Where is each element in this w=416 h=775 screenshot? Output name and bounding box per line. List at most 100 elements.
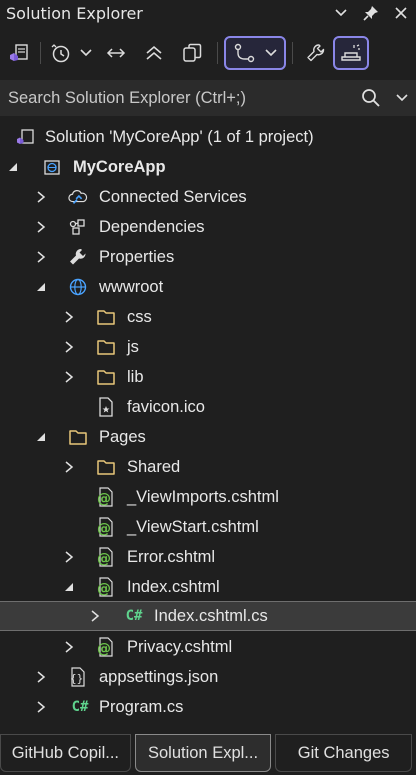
tree-item-label: Error.cshtml: [127, 547, 216, 566]
expanded-arrow-icon[interactable]: [62, 580, 76, 594]
collapsed-arrow-icon[interactable]: [34, 700, 48, 714]
tree-item-label: Dependencies: [99, 217, 205, 236]
pending-changes-filter-button[interactable]: [47, 36, 75, 70]
tree-item-label: wwwroot: [99, 277, 164, 296]
show-all-files-button[interactable]: [173, 36, 211, 70]
csharp-glyph: C#: [71, 699, 89, 715]
search-button[interactable]: [354, 88, 388, 108]
tree-item-shared[interactable]: Shared: [0, 452, 416, 482]
folder-icon: [96, 367, 116, 387]
tree-item-connected-services[interactable]: Connected Services: [0, 182, 416, 212]
wrench-icon: [307, 44, 325, 62]
collapsed-arrow-icon[interactable]: [62, 550, 76, 564]
tree-item-program[interactable]: C# Program.cs: [0, 692, 416, 722]
sync-with-active-document-button[interactable]: [97, 36, 135, 70]
collapsed-arrow-icon[interactable]: [34, 250, 48, 264]
tree-item-label: Pages: [99, 427, 146, 446]
razor-file-icon: @: [96, 517, 116, 537]
tree-item-js[interactable]: js: [0, 332, 416, 362]
search-box[interactable]: Search Solution Explorer (Ctrl+;): [0, 80, 416, 116]
collapsed-arrow-icon[interactable]: [34, 190, 48, 204]
tab-github-copilot[interactable]: GitHub Copil...: [0, 734, 131, 772]
solution-views-icon: [10, 44, 28, 61]
search-options-dropdown[interactable]: [388, 94, 416, 102]
collapsed-arrow-icon[interactable]: [62, 640, 76, 654]
collapsed-arrow-icon[interactable]: [62, 460, 76, 474]
tree-item-lib[interactable]: lib: [0, 362, 416, 392]
collapsed-arrow-icon[interactable]: [62, 370, 76, 384]
razor-at-glyph: @: [97, 491, 111, 507]
close-icon: [395, 7, 407, 19]
git-branch-view-button[interactable]: [224, 36, 286, 70]
json-braces-glyph: {}: [70, 672, 84, 685]
properties-button[interactable]: [299, 36, 333, 70]
razor-at-glyph: @: [97, 581, 111, 597]
chevron-down-icon: [335, 9, 347, 17]
tree-item-properties[interactable]: Properties: [0, 242, 416, 272]
git-graph-icon: [234, 43, 255, 63]
tree-item-label: MyCoreApp: [73, 157, 166, 176]
csharp-glyph: C#: [125, 608, 143, 624]
preview-selected-items-button[interactable]: [333, 36, 369, 70]
window-title: Solution Explorer: [6, 3, 143, 23]
tree-item-label: Program.cs: [99, 697, 184, 716]
tree-item-viewstart[interactable]: @ _ViewStart.cshtml: [0, 512, 416, 542]
tree-item-privacy[interactable]: @ Privacy.cshtml: [0, 632, 416, 662]
razor-file-icon: @: [96, 547, 116, 567]
tree-item-label: Shared: [127, 457, 181, 476]
tab-label: GitHub Copil...: [11, 743, 119, 762]
tree-item-solution[interactable]: Solution 'MyCoreApp' (1 of 1 project): [0, 122, 416, 152]
collapsed-arrow-icon[interactable]: [62, 340, 76, 354]
tree-item-wwwroot[interactable]: wwwroot: [0, 272, 416, 302]
toolbar-separator: [217, 42, 218, 64]
collapsed-arrow-icon[interactable]: [34, 670, 48, 684]
tree-item-index-cs[interactable]: C# Index.cshtml.cs: [0, 601, 416, 631]
chevron-down-icon: [396, 94, 408, 102]
tree-item-favicon[interactable]: favicon.ico: [0, 392, 416, 422]
switch-views-button[interactable]: [4, 36, 34, 70]
collapsed-arrow-icon[interactable]: [88, 609, 102, 623]
tree-item-appsettings[interactable]: {} appsettings.json: [0, 662, 416, 692]
tree-item-label: _ViewStart.cshtml: [127, 517, 259, 536]
tree-item-viewimports[interactable]: @ _ViewImports.cshtml: [0, 482, 416, 512]
tree-item-label: Privacy.cshtml: [127, 637, 233, 656]
expanded-arrow-icon[interactable]: [6, 160, 20, 174]
close-button[interactable]: [386, 0, 416, 26]
expanded-arrow-icon[interactable]: [34, 280, 48, 294]
razor-at-glyph: @: [97, 641, 111, 657]
search-input[interactable]: Search Solution Explorer (Ctrl+;): [8, 89, 354, 108]
tree-item-label: css: [127, 307, 152, 326]
tree-item-label: _ViewImports.cshtml: [127, 487, 279, 506]
tree-item-error[interactable]: @ Error.cshtml: [0, 542, 416, 572]
tab-solution-explorer[interactable]: Solution Expl...: [134, 734, 272, 772]
globe-icon: [68, 277, 88, 297]
pending-changes-dropdown[interactable]: [75, 36, 97, 70]
razor-file-icon: @: [96, 577, 116, 597]
collapse-all-button[interactable]: [135, 36, 173, 70]
pin-button[interactable]: [356, 0, 386, 26]
toolbar: [0, 34, 416, 72]
expanded-arrow-icon[interactable]: [34, 430, 48, 444]
csharp-file-icon: C#: [119, 606, 149, 626]
tree-item-css[interactable]: css: [0, 302, 416, 332]
chevron-down-icon: [80, 49, 92, 57]
json-file-icon: {}: [68, 667, 88, 687]
tree-item-dependencies[interactable]: Dependencies: [0, 212, 416, 242]
history-clock-icon: [51, 44, 70, 63]
tree-item-pages[interactable]: Pages: [0, 422, 416, 452]
tree-item-project[interactable]: MyCoreApp: [0, 152, 416, 182]
dependencies-icon: [68, 217, 88, 237]
wrench-icon: [68, 247, 88, 267]
folder-icon: [96, 307, 116, 327]
window-position-dropdown[interactable]: [326, 0, 356, 26]
collapsed-arrow-icon[interactable]: [62, 310, 76, 324]
collapsed-arrow-icon[interactable]: [34, 220, 48, 234]
tree-item-label: js: [127, 337, 139, 356]
tab-git-changes[interactable]: Git Changes: [275, 734, 412, 772]
image-file-icon: [96, 397, 116, 417]
web-project-icon: [42, 157, 62, 177]
razor-at-glyph: @: [97, 551, 111, 567]
tab-label: Solution Expl...: [147, 743, 259, 762]
tree-item-index[interactable]: @ Index.cshtml: [0, 572, 416, 602]
tree-item-label: Properties: [99, 247, 175, 266]
